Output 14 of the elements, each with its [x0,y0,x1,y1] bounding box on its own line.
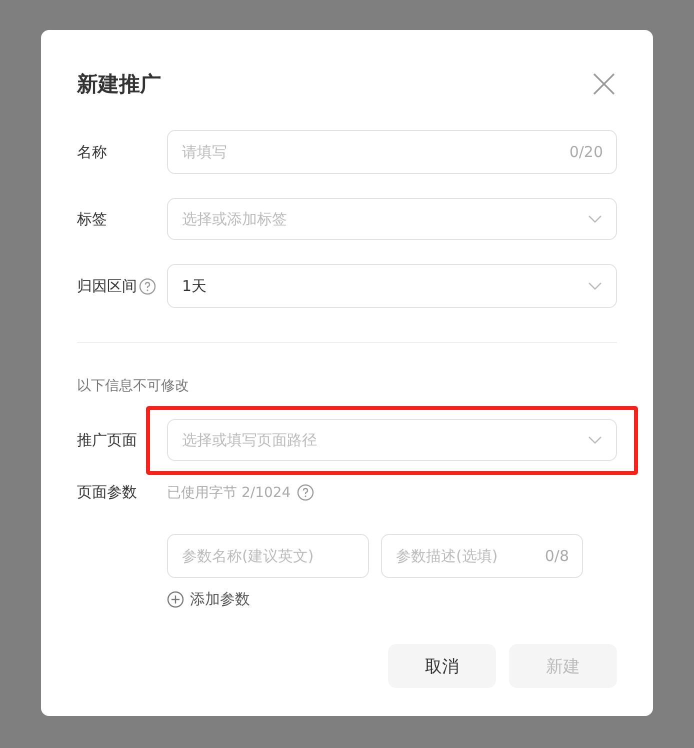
param-name-field[interactable]: 参数名称(建议英文) [167,534,369,578]
select-field[interactable]: 1天 [167,264,617,308]
cancel-button[interactable]: 取消 [388,644,496,688]
field-label: 标签 [77,210,107,228]
char-counter: 0/8 [544,547,569,565]
add-param-button[interactable]: 添加参数 [167,590,250,609]
field-label: 推广页面 [77,430,137,450]
field-label: 页面参数 [77,483,137,502]
char-counter: 0/20 [569,143,603,161]
usage-text: 已使用字节 2/1024 [167,484,291,502]
notice-text: 以下信息不可修改 [77,377,190,395]
field-label: 名称 [77,142,107,162]
field-label: 归因区间 [77,276,137,296]
dialog-title: 新建推广 [77,71,161,98]
